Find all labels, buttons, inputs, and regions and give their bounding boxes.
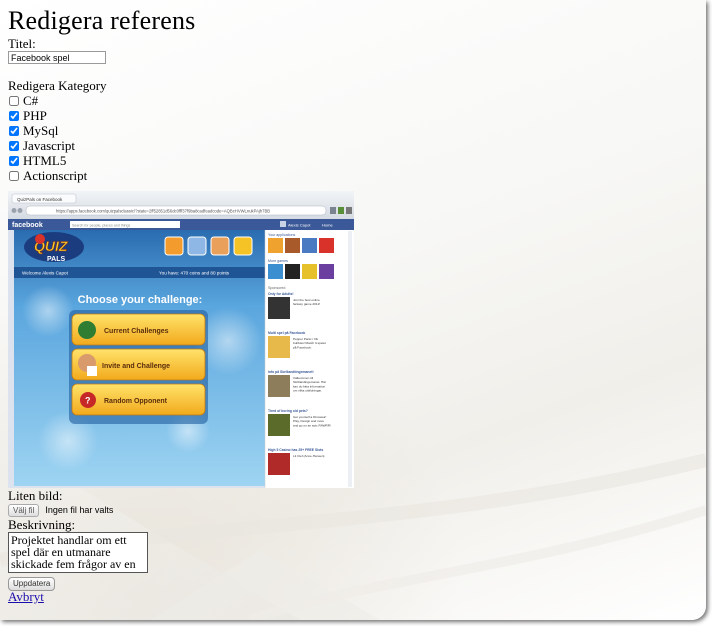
invite-challenge-button: Invite and Challenge (71, 348, 206, 381)
challenge-heading: Choose your challenge: (78, 294, 203, 306)
category-label: PHP (23, 107, 47, 123)
category-checkbox[interactable] (9, 125, 19, 136)
fb-home: Home (322, 223, 333, 228)
sidebar-ad-text: fantasy game 2012! (293, 302, 320, 306)
sidebar-ad-text: om vilka utbildningar. (293, 389, 322, 393)
category-label: Javascript (23, 137, 75, 153)
sidebar-ad-title: High 5 Casino has 25+ FREE Slots (268, 448, 323, 452)
facebook-logo: facebook (12, 222, 43, 229)
fb-search: Search for people, places and things (72, 223, 131, 227)
category-label: Actionscript (23, 167, 88, 183)
category-label: HTML5 (23, 152, 67, 168)
sidebar-ad-image (268, 375, 290, 397)
category-checkbox[interactable] (9, 140, 19, 151)
current-challenges-button: Current Challenges (71, 313, 206, 346)
category-label: C# (23, 92, 39, 108)
file-status: Ingen fil har valts (45, 505, 114, 515)
category-label: MySql (23, 122, 59, 138)
choose-file-button[interactable]: Välj fil (8, 503, 40, 517)
category-option[interactable]: MySql (8, 123, 354, 138)
sidebar-ad-title: Info på Skrillandtingemanet! (268, 370, 314, 374)
game-logo-pals: PALS (47, 256, 65, 263)
title-input[interactable] (8, 51, 106, 64)
category-option[interactable]: Javascript (8, 138, 354, 153)
sidebar-ad-image (268, 336, 290, 358)
reference-image: QuizPals on Facebook https://apps.facebo… (8, 191, 354, 488)
sidebar-ad-text: på Facebook. (293, 345, 312, 349)
category-option[interactable]: Actionscript (8, 168, 354, 183)
welcome-text: Welcome Alexis Capot (22, 271, 69, 276)
page-frame: Redigera referens Titel: Redigera Katego… (0, 0, 706, 620)
random-opponent-button: ? Random Opponent (71, 383, 206, 416)
svg-text:?: ? (85, 396, 91, 406)
description-label: Beskrivning: (8, 517, 76, 532)
browser-tab: QuizPals on Facebook (17, 197, 63, 202)
category-checkbox[interactable] (9, 170, 19, 181)
sidebar-ad-image (268, 453, 290, 475)
current-challenges-label: Current Challenges (104, 328, 169, 335)
coins-text: You have: 470 coins and 80 points (159, 271, 230, 276)
category-option[interactable]: C# (8, 93, 354, 108)
fb-user-name: Alexis Capot (288, 223, 311, 228)
sidebar-apps-title: Your applications (268, 233, 295, 237)
browser-url: https://apps.facebook.com/quizpalsclassi… (56, 209, 270, 214)
sidebar-ad-text: and go on an epic RAWRR! (293, 423, 331, 427)
sidebar-more-games: More games (268, 259, 288, 263)
category-list: C# PHP MySql Javascript HTML5 Actionscript (8, 93, 354, 183)
description-textarea[interactable]: Projektet handlar om ett spel där en utm… (8, 532, 148, 573)
invite-challenge-label: Invite and Challenge (102, 363, 170, 370)
title-label: Titel: (8, 36, 36, 51)
sidebar-ad-title: Only for Adults! (268, 292, 294, 296)
category-option[interactable]: PHP (8, 108, 354, 123)
category-checkbox[interactable] (9, 95, 19, 106)
file-picker: Välj fil Ingen fil har valts (8, 503, 354, 517)
category-checkbox[interactable] (9, 110, 19, 121)
page-title: Redigera referens (8, 6, 196, 35)
cancel-link[interactable]: Avbryt (8, 590, 354, 603)
small-image-label: Liten bild: (8, 488, 63, 503)
category-checkbox[interactable] (9, 155, 19, 166)
sidebar-ad-title: Tired of boring old pets? (268, 409, 308, 413)
sidebar-ad-image (268, 297, 290, 319)
sidebar-ad-title: Multi spel på Facebook (268, 331, 305, 335)
category-option[interactable]: HTML5 (8, 153, 354, 168)
category-heading: Redigera Kategory (8, 78, 107, 93)
random-opponent-label: Random Opponent (104, 398, 168, 405)
facebook-quiz-screenshot: QuizPals on Facebook https://apps.facebo… (8, 191, 354, 488)
sidebar-ad-text: Lit Clef (Anne-Hansen) (293, 454, 324, 458)
sidebar-sponsored: Sponsored (268, 286, 285, 290)
sidebar-ad-image (268, 414, 290, 436)
